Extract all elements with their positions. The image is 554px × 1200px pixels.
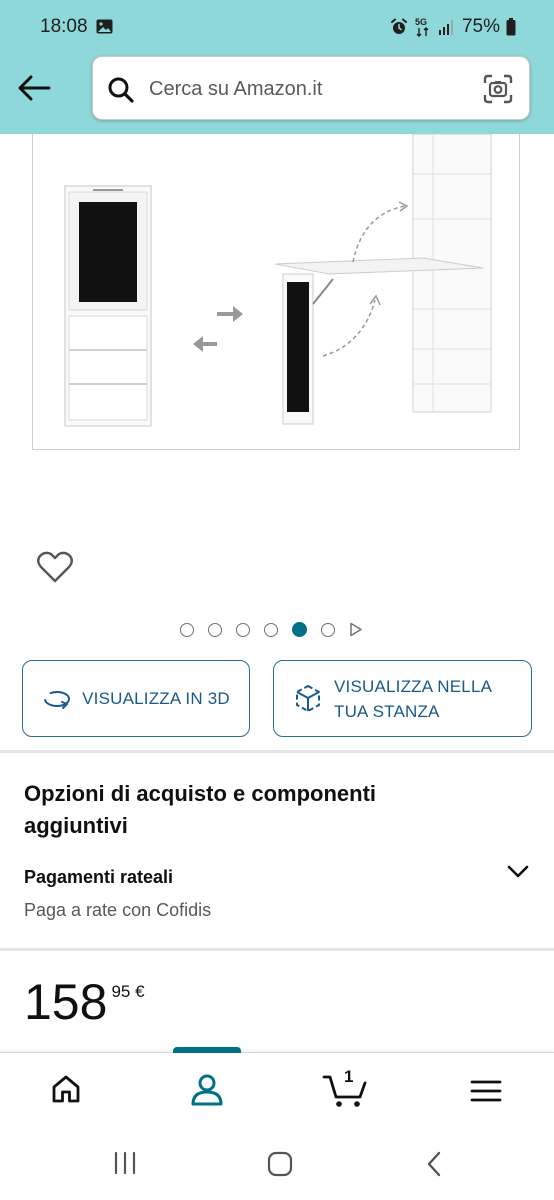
- chevron-left-icon: [427, 1151, 441, 1177]
- back-button[interactable]: [14, 72, 54, 104]
- product-image[interactable]: [32, 133, 520, 450]
- recent-apps-icon: [114, 1151, 136, 1175]
- carousel-dot[interactable]: [208, 622, 222, 637]
- recent-apps-button[interactable]: [112, 1150, 138, 1181]
- signal-icon: [438, 20, 453, 35]
- arrow-left-icon: [18, 75, 51, 101]
- nav-account[interactable]: [189, 1073, 225, 1112]
- nav-menu[interactable]: [470, 1079, 502, 1108]
- gallery-notification-icon: [96, 19, 113, 34]
- heart-icon[interactable]: [36, 550, 74, 584]
- view-3d-label: VISUALIZZA IN 3D: [82, 689, 230, 708]
- carousel-dot[interactable]: [264, 622, 278, 637]
- system-nav-bar: [0, 1128, 554, 1200]
- price-whole: 158: [24, 974, 108, 1030]
- alarm-icon: [390, 18, 407, 34]
- price: 158 95 €: [24, 974, 145, 1030]
- purchase-options-heading: Opzioni di acquisto e componenti aggiunt…: [24, 781, 377, 838]
- product-illustration: [64, 133, 492, 427]
- installments-title[interactable]: Pagamenti rateali: [24, 867, 173, 888]
- carousel-dot-active[interactable]: [292, 622, 307, 637]
- price-fraction: 95 €: [111, 982, 145, 1001]
- network-5g-icon: 5G: [415, 17, 429, 37]
- active-tab-indicator: [173, 1047, 241, 1053]
- status-time: 18:08: [40, 16, 88, 37]
- ar-cube-icon: [296, 684, 320, 712]
- search-icon: [108, 77, 134, 103]
- play-video-icon[interactable]: [349, 622, 363, 637]
- section-divider: [0, 750, 554, 753]
- view-in-room-label-line1: VISUALIZZA NELLA: [334, 676, 493, 696]
- search-input[interactable]: [149, 71, 469, 107]
- view-3d-button[interactable]: VISUALIZZA IN 3D: [22, 660, 250, 737]
- home-icon: [52, 1075, 80, 1103]
- status-indicators: 5G 75%: [390, 16, 516, 38]
- home-square-icon: [267, 1151, 293, 1177]
- carousel-dot[interactable]: [180, 622, 194, 637]
- hamburger-menu-icon: [470, 1080, 502, 1102]
- bottom-nav: 1: [0, 1047, 554, 1128]
- view-in-room-button[interactable]: VISUALIZZA NELLA TUA STANZA: [273, 660, 532, 737]
- battery-percent: 75%: [461, 16, 500, 37]
- carousel-dot[interactable]: [236, 622, 250, 637]
- svg-text:5G: 5G: [415, 17, 427, 27]
- search-box[interactable]: [92, 56, 530, 120]
- status-bar: 18:08 5G 75%: [0, 0, 554, 54]
- installments-subtitle: Paga a rate con Cofidis: [24, 900, 212, 920]
- carousel-indicator: [180, 622, 363, 637]
- cart-count-badge: 1: [344, 1067, 354, 1086]
- carousel-dot[interactable]: [321, 622, 335, 637]
- nav-home[interactable]: [50, 1073, 82, 1110]
- camera-search-icon[interactable]: [483, 74, 513, 104]
- view-in-room-label-line2: TUA STANZA: [334, 701, 440, 721]
- nav-cart[interactable]: 1: [322, 1067, 368, 1114]
- section-divider: [0, 948, 554, 951]
- chevron-down-icon[interactable]: [506, 864, 530, 880]
- back-system-button[interactable]: [424, 1150, 444, 1183]
- home-system-button[interactable]: [266, 1150, 294, 1183]
- rotate-3d-icon: [44, 690, 71, 709]
- header: [0, 54, 554, 134]
- account-icon: [191, 1074, 223, 1106]
- battery-icon: [506, 18, 516, 36]
